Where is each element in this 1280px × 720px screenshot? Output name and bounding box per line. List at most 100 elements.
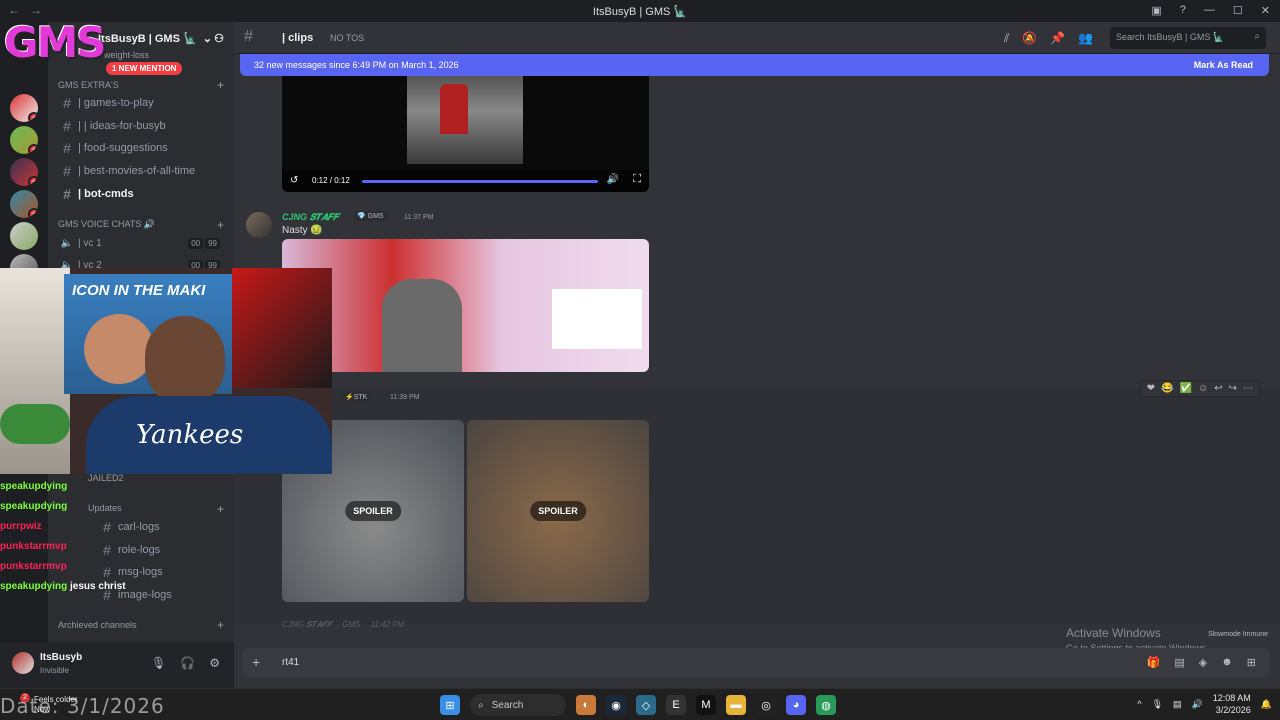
- hash-icon: #: [63, 186, 71, 202]
- maximize-icon[interactable]: ☐: [1233, 4, 1243, 17]
- inbox-icon[interactable]: ▣: [1151, 4, 1161, 17]
- category-archived[interactable]: Archieved channels: [58, 620, 137, 630]
- category-voice[interactable]: GMS VOICE CHATS 🔊: [58, 219, 155, 230]
- app-icon[interactable]: ◇: [636, 695, 656, 715]
- hash-icon: #: [244, 28, 253, 45]
- message-composer[interactable]: + rt41 🎁 ▤ ◈ ☻ ⊞: [242, 648, 1270, 678]
- more-icon[interactable]: ⋯: [1243, 383, 1253, 394]
- server-icon[interactable]: 1: [10, 126, 38, 154]
- reply-icon[interactable]: ↩: [1214, 383, 1222, 394]
- channel-label: role-logs: [118, 544, 161, 556]
- server-icon[interactable]: [10, 222, 38, 250]
- reaction-check-icon[interactable]: ✅: [1180, 383, 1192, 394]
- hash-icon: #: [103, 519, 111, 535]
- minimize-icon[interactable]: —: [1204, 4, 1215, 17]
- channel-label: image-logs: [118, 589, 172, 601]
- notification-icon[interactable]: 🔔: [1261, 699, 1272, 710]
- mark-as-read-button[interactable]: Mark As Read: [1194, 60, 1253, 70]
- add-channel-icon[interactable]: +: [217, 618, 224, 632]
- add-channel-icon[interactable]: +: [217, 78, 224, 92]
- add-reaction-icon[interactable]: ☺: [1198, 383, 1208, 394]
- video-overlay-text: [552, 78, 622, 118]
- new-mention-badge[interactable]: 1 NEW MENTION: [106, 62, 183, 75]
- add-voice-channel-icon[interactable]: +: [217, 218, 224, 232]
- windows-taskbar: 2 Feels colder Now ⊞ ⌕ Search ◐ ◉ ◇ E M ▬…: [0, 688, 1280, 720]
- avatar[interactable]: [12, 652, 34, 674]
- search-input[interactable]: Search ItsBusyB | GMS 🗽 ⌕: [1110, 27, 1266, 49]
- voice-channel-vc1[interactable]: 🔈 | vc 1 00 99: [56, 233, 226, 253]
- gif-icon[interactable]: ▤: [1174, 656, 1184, 669]
- chrome-icon[interactable]: ◍: [816, 695, 836, 715]
- channel-ideas-for-busyb[interactable]: # | | ideas-for-busyb: [56, 116, 226, 136]
- volume-icon[interactable]: 🔊: [1192, 699, 1203, 710]
- hash-icon: #: [63, 118, 71, 134]
- unread-badge: 1: [28, 176, 38, 186]
- clock-date: 3/2/2026: [1215, 705, 1251, 715]
- microphone-icon[interactable]: 🎙: [151, 656, 166, 670]
- voice-count: 00: [188, 237, 204, 249]
- fullscreen-icon[interactable]: ⛶: [633, 173, 641, 186]
- channel-best-movies[interactable]: # | best-movies-of-all-time: [56, 161, 226, 181]
- microphone-icon[interactable]: 🎙: [1152, 699, 1163, 710]
- add-friend-icon[interactable]: ⚇: [214, 32, 224, 45]
- taskbar-search-label: Search: [491, 699, 524, 711]
- add-attachment-icon[interactable]: +: [252, 654, 260, 670]
- emoji-icon[interactable]: ☻: [1221, 656, 1233, 669]
- apps-icon[interactable]: ⊞: [1247, 656, 1256, 669]
- taskbar-search[interactable]: ⌕ Search: [470, 694, 566, 716]
- close-icon[interactable]: ✕: [1261, 4, 1270, 17]
- sticker-icon[interactable]: ◈: [1199, 656, 1207, 669]
- gear-icon[interactable]: ⚙: [209, 656, 220, 670]
- pin-icon[interactable]: 📌: [1050, 31, 1065, 46]
- image-attachment[interactable]: [282, 239, 649, 372]
- discord-icon[interactable]: ◕: [786, 695, 806, 715]
- message-author[interactable]: CJNG 𝑺𝑻𝑨𝑭𝑭: [282, 212, 339, 223]
- add-channel-icon[interactable]: +: [217, 502, 224, 516]
- server-icon[interactable]: 1: [10, 94, 38, 122]
- composer-text[interactable]: rt41: [282, 657, 299, 668]
- file-explorer-icon[interactable]: ▬: [726, 695, 746, 715]
- notification-bell-icon[interactable]: 🔕: [1022, 31, 1037, 46]
- voice-label: | vc 1: [78, 237, 102, 249]
- windows-start-icon[interactable]: ⊞: [440, 695, 460, 715]
- video-progress-bar[interactable]: [362, 180, 598, 183]
- threads-icon[interactable]: ⫽: [1004, 31, 1009, 46]
- avatar[interactable]: [246, 212, 272, 238]
- help-icon[interactable]: ?: [1180, 4, 1186, 17]
- capcut-icon[interactable]: M: [696, 695, 716, 715]
- channel-games-to-play[interactable]: # | games-to-play: [56, 93, 226, 113]
- headphones-icon[interactable]: 🎧: [180, 656, 195, 670]
- channel-bot-cmds[interactable]: # | bot-cmds: [56, 184, 226, 204]
- epic-games-icon[interactable]: E: [666, 695, 686, 715]
- channel-food-suggestions[interactable]: # | food-suggestions: [56, 138, 226, 158]
- video-attachment[interactable]: ↺ 0:12 / 0:12 🔊 ⛶: [282, 76, 649, 192]
- obs-icon[interactable]: ◎: [756, 695, 776, 715]
- member-list-icon[interactable]: 👥: [1078, 31, 1093, 46]
- system-clock[interactable]: 12:08 AM 3/2/2026: [1213, 692, 1251, 716]
- steam-icon[interactable]: ◉: [606, 695, 626, 715]
- widgets-icon[interactable]: ◐: [576, 695, 596, 715]
- spoiler-image[interactable]: SPOILER: [467, 420, 649, 602]
- message-author[interactable]: CJNG 𝑺𝑻𝑨𝑭𝑭: [282, 620, 332, 629]
- server-icon[interactable]: 1: [10, 190, 38, 218]
- streamer-hand: [0, 404, 70, 444]
- category-updates[interactable]: Updates: [88, 498, 258, 518]
- unread-badge: 1: [28, 208, 38, 218]
- webcam-background: [232, 268, 332, 388]
- gift-icon[interactable]: 🎁: [1147, 656, 1161, 669]
- reaction-laugh-icon[interactable]: 😂: [1161, 383, 1173, 394]
- network-icon[interactable]: ▤: [1173, 699, 1182, 710]
- chevron-up-icon[interactable]: ^: [1137, 699, 1141, 709]
- volume-icon[interactable]: 🔊: [607, 174, 619, 185]
- video-controls: ↺ 0:12 / 0:12 🔊 ⛶: [282, 170, 649, 192]
- server-icon[interactable]: 1: [10, 158, 38, 186]
- category-extras[interactable]: GMS EXTRA'S: [58, 80, 119, 90]
- new-messages-bar[interactable]: 32 new messages since 6:49 PM on March 1…: [240, 54, 1269, 76]
- forward-icon[interactable]: ↪: [1229, 383, 1237, 394]
- hash-icon: #: [63, 95, 71, 111]
- streamer-shirt: Yankees: [86, 396, 332, 474]
- channel-label: | best-movies-of-all-time: [78, 165, 196, 177]
- replay-icon[interactable]: ↺: [290, 175, 298, 186]
- channel-topic[interactable]: NO TOS: [330, 33, 364, 43]
- reaction-heart-icon[interactable]: ❤: [1147, 383, 1155, 394]
